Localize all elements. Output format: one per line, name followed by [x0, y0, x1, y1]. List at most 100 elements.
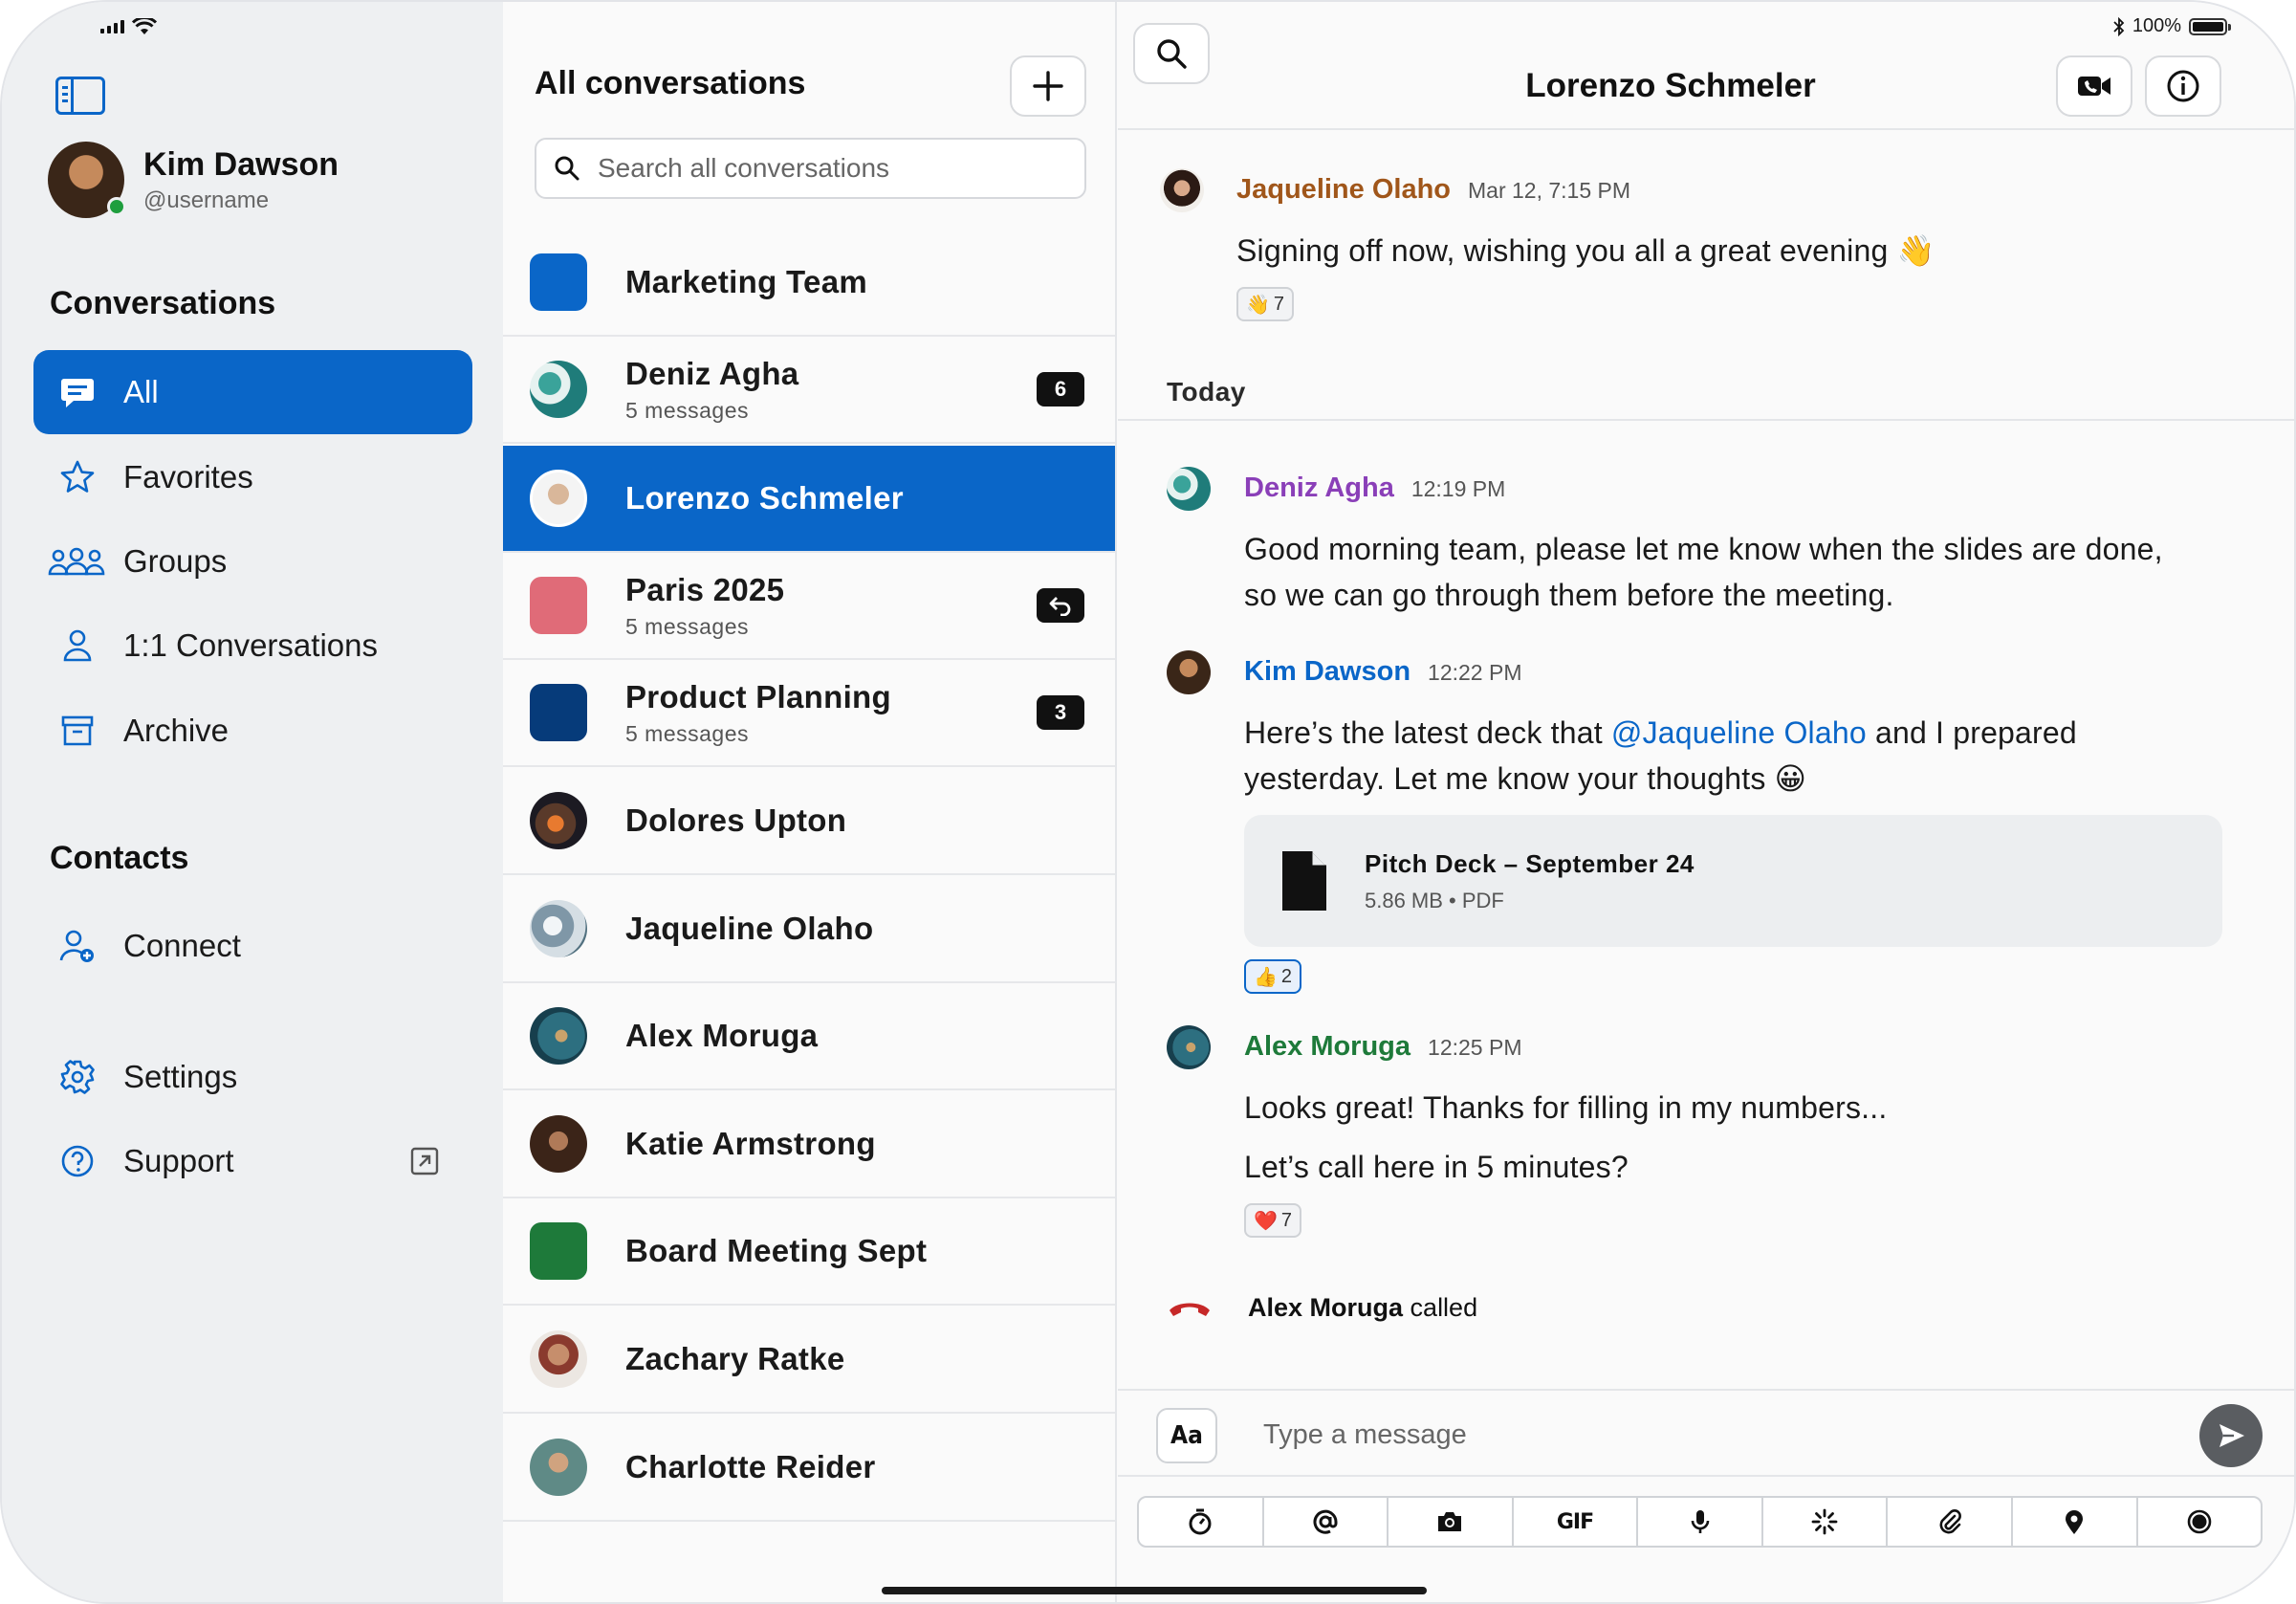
effects-button[interactable]	[1763, 1498, 1889, 1546]
location-button[interactable]	[2013, 1498, 2138, 1546]
sidebar-item-support[interactable]: Support	[33, 1119, 472, 1203]
sender-name[interactable]: Kim Dawson	[1244, 656, 1410, 688]
message-line: yesterday. Let me know your thoughts 😀	[1244, 761, 1807, 796]
avatar	[530, 1007, 587, 1065]
paperclip-icon	[1939, 1509, 1961, 1534]
unread-badge: 6	[1037, 372, 1084, 406]
conversation-title: Product Planning	[625, 678, 891, 714]
conversation-title: Katie Armstrong	[625, 1125, 876, 1161]
record-button[interactable]	[2138, 1498, 2262, 1546]
avatar	[530, 1114, 587, 1173]
sidebar-item-all[interactable]: All	[33, 350, 472, 434]
message-line: Good morning team, please let me know wh…	[1244, 532, 2163, 566]
sidebar-item-label: Support	[123, 1143, 234, 1178]
reaction-thumbs-up[interactable]: 👍 2	[1244, 959, 1302, 994]
message-time: 12:19 PM	[1410, 476, 1506, 501]
add-person-icon	[56, 925, 98, 967]
sender-name[interactable]: Deniz Agha	[1244, 472, 1394, 504]
reply-badge	[1037, 588, 1084, 623]
send-button[interactable]	[2199, 1404, 2263, 1467]
message-header: Alex Moruga 12:25 PM	[1244, 1031, 1521, 1063]
sidebar-item-one-to-one[interactable]: 1:1 Conversations	[33, 604, 472, 688]
avatar	[1167, 650, 1211, 694]
avatar	[48, 142, 126, 218]
chat-info-button[interactable]	[2145, 55, 2221, 117]
conversation-title: Lorenzo Schmeler	[625, 480, 904, 516]
location-pin-icon	[2066, 1510, 2084, 1534]
group-avatar	[530, 577, 587, 634]
message-text: Looks great! Thanks for filling in my nu…	[1244, 1090, 1888, 1125]
conversation-row-dolores-upton[interactable]: Dolores Upton	[503, 767, 1115, 875]
avatar	[530, 1438, 587, 1496]
conversation-row-alex-moruga[interactable]: Alex Moruga	[503, 983, 1115, 1090]
star-icon	[56, 456, 98, 498]
conversation-row-deniz-agha[interactable]: Deniz Agha 5 messages 6	[503, 337, 1115, 444]
video-call-button[interactable]	[2056, 55, 2132, 117]
status-bar-left	[100, 18, 157, 35]
message-header: Deniz Agha 12:19 PM	[1244, 472, 1505, 504]
avatar	[530, 470, 587, 527]
conversation-row-board-meeting-sept[interactable]: Board Meeting Sept	[503, 1198, 1115, 1306]
message-line: Here’s the latest deck that @Jaqueline O…	[1244, 710, 2077, 756]
online-status-indicator	[107, 197, 126, 216]
reaction-heart[interactable]: ❤️ 7	[1244, 1203, 1302, 1238]
sidebar-item-settings[interactable]: Settings	[33, 1035, 472, 1119]
camera-button[interactable]	[1389, 1498, 1514, 1546]
message-text: Signing off now, wishing you all a great…	[1236, 233, 1935, 268]
avatar	[530, 899, 587, 957]
conversation-row-zachary-ratke[interactable]: Zachary Ratke	[503, 1306, 1115, 1414]
conversation-subtitle: 5 messages	[625, 613, 750, 639]
message-line: so we can go through them before the mee…	[1244, 578, 1894, 612]
conversation-row-product-planning[interactable]: Product Planning 5 messages 3	[503, 660, 1115, 767]
avatar	[530, 361, 587, 418]
search-icon	[555, 156, 579, 181]
message-input[interactable]	[1263, 1412, 2124, 1458]
sidebar-toggle-icon[interactable]	[55, 77, 105, 115]
conversation-row-marketing-team[interactable]: Marketing Team	[503, 230, 1115, 337]
message-header: Kim Dawson 12:22 PM	[1244, 656, 1521, 688]
heart-emoji: ❤️	[1254, 1210, 1278, 1232]
sidebar-item-label: Archive	[123, 713, 230, 748]
chat-header: Lorenzo Schmeler	[1118, 2, 2294, 130]
sender-name[interactable]: Jaqueline Olaho	[1236, 174, 1451, 206]
conversation-row-charlotte-reider[interactable]: Charlotte Reider	[503, 1414, 1115, 1522]
sidebar-item-label: All	[123, 374, 159, 409]
wave-emoji: 👋	[1246, 294, 1270, 316]
avatar	[1160, 168, 1204, 212]
mention-link[interactable]: @Jaqueline Olaho	[1611, 715, 1867, 750]
sidebar-item-groups[interactable]: Groups	[33, 519, 472, 604]
search-input[interactable]	[598, 153, 1057, 184]
search-conversations[interactable]	[535, 138, 1086, 199]
conversation-row-katie-armstrong[interactable]: Katie Armstrong	[503, 1090, 1115, 1198]
conversation-title: Dolores Upton	[625, 802, 847, 838]
profile-name: Kim Dawson	[143, 145, 339, 183]
conversation-list-panel: All conversations Marketing Team Deniz A…	[503, 2, 1117, 1602]
avatar	[530, 1329, 587, 1388]
conversation-row-jaqueline-olaho[interactable]: Jaqueline Olaho	[503, 875, 1115, 983]
conversation-title: Board Meeting Sept	[625, 1233, 928, 1268]
file-name: Pitch Deck – September 24	[1365, 848, 1695, 878]
sidebar-item-label: Groups	[123, 543, 228, 579]
document-icon	[1282, 851, 1326, 911]
message-text-segment: Here’s the latest deck that	[1244, 715, 1611, 750]
user-profile[interactable]: Kim Dawson @username	[48, 142, 339, 218]
sidebar-item-connect[interactable]: Connect	[33, 904, 472, 988]
sidebar-item-favorites[interactable]: Favorites	[33, 435, 472, 519]
call-event: Alex Moruga called	[1168, 1293, 1477, 1323]
text-format-button[interactable]: Aa	[1156, 1408, 1217, 1463]
new-conversation-button[interactable]	[1010, 55, 1086, 117]
conversation-row-lorenzo-schmeler[interactable]: Lorenzo Schmeler	[503, 446, 1115, 553]
file-attachment[interactable]: Pitch Deck – September 24 5.86 MB • PDF	[1244, 815, 2222, 947]
voice-button[interactable]	[1638, 1498, 1763, 1546]
mention-button[interactable]	[1264, 1498, 1389, 1546]
conversation-row-paris-2025[interactable]: Paris 2025 5 messages	[503, 553, 1115, 660]
conversation-title: Charlotte Reider	[625, 1448, 876, 1484]
help-icon	[56, 1140, 98, 1182]
timer-button[interactable]	[1139, 1498, 1264, 1546]
attach-button[interactable]	[1888, 1498, 2013, 1546]
reaction-wave[interactable]: 👋 7	[1236, 287, 1295, 321]
gif-button[interactable]: GIF	[1514, 1498, 1639, 1546]
sidebar-item-archive[interactable]: Archive	[33, 689, 472, 773]
sender-name[interactable]: Alex Moruga	[1244, 1031, 1410, 1063]
microphone-icon	[1691, 1510, 1709, 1533]
